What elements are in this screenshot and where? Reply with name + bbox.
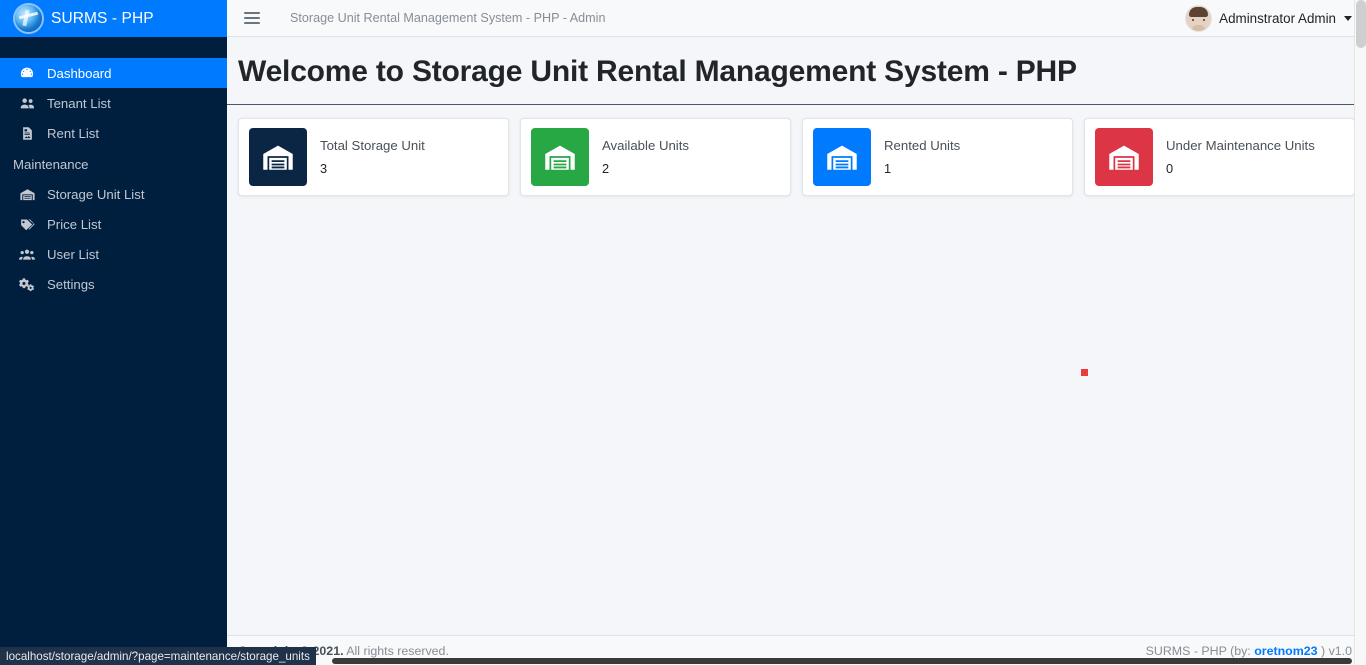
page-title: Welcome to Storage Unit Rental Managemen… [227, 37, 1366, 89]
sidebar-item-settings[interactable]: Settings [0, 269, 227, 299]
stat-card-body: Total Storage Unit 3 [320, 138, 425, 176]
sidebar-item-storage-unit-list[interactable]: Storage Unit List [0, 179, 227, 209]
sidebar-item-label: Storage Unit List [47, 187, 145, 202]
footer-credit-prefix: SURMS - PHP (by: [1146, 644, 1255, 658]
stat-card-label: Under Maintenance Units [1166, 138, 1315, 153]
user-name-label: Adminstrator Admin [1219, 11, 1336, 26]
topbar-title: Storage Unit Rental Management System - … [290, 11, 605, 25]
stat-card-body: Available Units 2 [602, 138, 689, 176]
stat-card-label: Available Units [602, 138, 689, 153]
hamburger-icon[interactable] [244, 12, 260, 24]
warehouse-icon [17, 185, 37, 203]
sidebar-item-label: User List [47, 247, 99, 262]
sidebar-item-label: Tenant List [47, 96, 111, 111]
browser-status-bar: localhost/storage/admin/?page=maintenanc… [0, 647, 316, 665]
stat-card-label: Rented Units [884, 138, 960, 153]
dashboard-tachometer-icon [17, 64, 37, 82]
stat-card-body: Rented Units 1 [884, 138, 960, 176]
stat-card-under-maintenance-units[interactable]: Under Maintenance Units 0 [1084, 118, 1355, 196]
sidebar-item-label: Rent List [47, 126, 99, 141]
sidebar-item-rent-list[interactable]: Rent List [0, 118, 227, 148]
main-content: Welcome to Storage Unit Rental Managemen… [227, 37, 1366, 635]
file-invoice-icon [17, 124, 37, 142]
stat-card-label: Total Storage Unit [320, 138, 425, 153]
stat-card-value: 0 [1166, 161, 1315, 176]
vertical-scrollbar-thumb[interactable] [1356, 0, 1366, 48]
sidebar-item-label: Dashboard [47, 66, 112, 81]
stat-card-value: 3 [320, 161, 425, 176]
topbar: Storage Unit Rental Management System - … [227, 0, 1366, 37]
stat-card-value: 1 [884, 161, 960, 176]
warehouse-icon [249, 128, 307, 186]
footer-credit-suffix: ) v1.0 [1318, 644, 1352, 658]
sidebar-item-label: Settings [47, 277, 95, 292]
stat-card-body: Under Maintenance Units 0 [1166, 138, 1315, 176]
cogs-icon [17, 275, 37, 293]
app-root: SURMS - PHP Dashboard [0, 0, 1366, 665]
sidebar: SURMS - PHP Dashboard [0, 0, 227, 665]
chevron-down-icon [1344, 16, 1352, 21]
user-avatar-icon [1185, 5, 1212, 32]
stat-card-available-units[interactable]: Available Units 2 [520, 118, 791, 196]
sidebar-item-label: Price List [47, 217, 101, 232]
sidebar-nav: Dashboard Tenant List [0, 37, 227, 299]
brand-title: SURMS - PHP [51, 10, 154, 28]
sidebar-item-user-list[interactable]: User List [0, 239, 227, 269]
sidebar-brand[interactable]: SURMS - PHP [0, 0, 227, 37]
user-menu[interactable]: Adminstrator Admin [1185, 5, 1352, 32]
stat-card-total-storage-unit[interactable]: Total Storage Unit 3 [238, 118, 509, 196]
footer-copyright-rest: All rights reserved. [344, 644, 449, 658]
title-divider [227, 104, 1366, 105]
footer-credit: SURMS - PHP (by: oretnom23 ) v1.0 [1146, 644, 1352, 658]
sidebar-item-price-list[interactable]: Price List [0, 209, 227, 239]
warehouse-icon [813, 128, 871, 186]
red-dot-marker [1081, 369, 1088, 376]
users-icon [17, 94, 37, 112]
user-group-icon [17, 245, 37, 263]
sidebar-item-dashboard[interactable]: Dashboard [0, 58, 227, 88]
warehouse-icon [1095, 128, 1153, 186]
footer-author-link[interactable]: oretnom23 [1254, 644, 1317, 658]
sidebar-section-maintenance: Maintenance [0, 148, 227, 179]
globe-logo-icon [15, 5, 42, 32]
stat-card-rented-units[interactable]: Rented Units 1 [802, 118, 1073, 196]
warehouse-icon [531, 128, 589, 186]
price-tag-icon [17, 215, 37, 233]
stat-cards: Total Storage Unit 3 Available Units 2 [227, 105, 1366, 196]
vertical-scrollbar[interactable] [1354, 0, 1366, 665]
stat-card-value: 2 [602, 161, 689, 176]
footer: Copyright © 2021. All rights reserved. S… [227, 635, 1366, 665]
sidebar-item-tenant-list[interactable]: Tenant List [0, 88, 227, 118]
